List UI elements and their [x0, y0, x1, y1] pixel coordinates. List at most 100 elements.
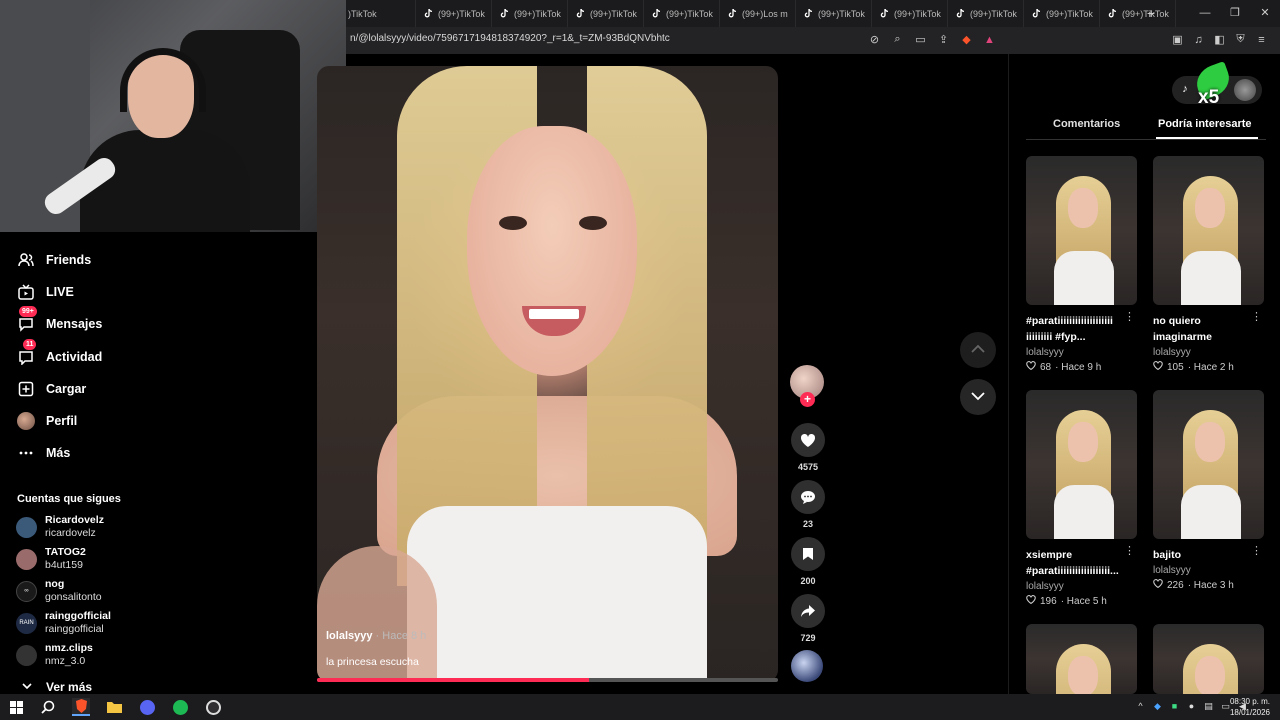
more-options-icon[interactable]: ⋮ [1251, 310, 1262, 323]
bluetooth-icon[interactable]: ◆ [1152, 701, 1163, 712]
nav-profile[interactable]: Perfil [17, 411, 77, 431]
card-author[interactable]: lolalsyyy [1153, 565, 1264, 576]
reader-icon[interactable]: ▣ [1169, 31, 1186, 48]
save-button[interactable]: 200 [790, 537, 826, 586]
translate-off-icon[interactable]: ⊘ [866, 31, 883, 48]
follow-plus-icon[interactable]: + [800, 392, 815, 407]
more-options-icon[interactable]: ⋮ [1251, 544, 1262, 557]
video-thumbnail[interactable] [1153, 624, 1264, 694]
recommended-video-card[interactable]: #paratiiiiiiiiiiiiiiiiiii iiiiiiiii #fyp… [1026, 156, 1137, 373]
following-account[interactable]: ∞ nog gonsalitonto [16, 578, 102, 604]
browser-tab[interactable]: (99+)Los m [720, 0, 796, 27]
browser-tab[interactable]: (99+)TikTok [568, 0, 644, 27]
cast-icon[interactable]: ▭ [912, 31, 929, 48]
following-account[interactable]: TATOG2 b4ut159 [16, 546, 86, 572]
share-count: 729 [800, 633, 816, 643]
avatar[interactable] [1234, 79, 1256, 101]
card-title: no quiero imaginarme [1153, 315, 1212, 343]
left-navigation: Friends LIVE 99+ Mensajes 11 Actividad C… [0, 232, 300, 694]
see-more-button[interactable]: Ver más [22, 680, 92, 694]
obs-icon[interactable] [204, 698, 222, 716]
card-title: xsiempre #paratiiiiiiiiiiiiiiiiii... [1026, 549, 1119, 577]
browser-tab[interactable]: (99+)TikTok [872, 0, 948, 27]
app-tray-icon[interactable]: ▤ [1203, 701, 1214, 712]
share-icon[interactable]: ⇪ [935, 31, 952, 48]
video-thumbnail[interactable] [1026, 156, 1137, 305]
browser-tab[interactable]: (99+)TikTok [948, 0, 1024, 27]
recommended-video-card[interactable]: xsiempre #paratiiiiiiiiiiiiiiiiii... ⋮ l… [1026, 390, 1137, 607]
browser-toolbar-right: ▣ ♫ ◧ ⛨ ≡ [1169, 31, 1270, 48]
nav-friends[interactable]: Friends [17, 250, 91, 270]
panel-tabs: Comentarios Podría interesarte [1026, 116, 1266, 140]
video-player[interactable] [317, 66, 778, 682]
minimize-icon[interactable]: — [1190, 0, 1220, 27]
browser-tab[interactable]: (99+)TikTok [1024, 0, 1100, 27]
following-account[interactable]: nmz.clips nmz_3.0 [16, 642, 93, 668]
url-field[interactable]: n/@lolalsyyy/video/7596717194818374920?_… [350, 33, 670, 44]
previous-video-button[interactable] [960, 332, 996, 368]
file-explorer-icon[interactable] [105, 698, 123, 716]
card-meta: 68 · Hace 9 h [1026, 361, 1137, 373]
recommended-video-card[interactable]: bajito ⋮ lolalsyyy 226 · Hace 3 h [1153, 390, 1264, 591]
nav-live[interactable]: LIVE [17, 282, 74, 302]
card-author[interactable]: lolalsyyy [1026, 581, 1137, 592]
next-video-button[interactable] [960, 379, 996, 415]
like-button[interactable]: 4575 [790, 423, 826, 472]
nav-activity[interactable]: 11 Actividad [17, 339, 102, 367]
browser-tab[interactable]: (99+)TikTok [492, 0, 568, 27]
music-disc-icon[interactable] [791, 650, 823, 682]
zoom-icon[interactable]: ⌕ [889, 31, 906, 48]
music-icon[interactable]: ♫ [1190, 31, 1207, 48]
windows-start-icon[interactable] [7, 698, 25, 716]
video-thumbnail[interactable] [1153, 156, 1264, 305]
browser-tab[interactable]: )TikTok [340, 0, 416, 27]
app-tray-icon[interactable]: ■ [1169, 701, 1180, 712]
recommended-video-card[interactable] [1153, 624, 1264, 694]
plus-icon[interactable]: + [1141, 5, 1161, 21]
video-author[interactable]: lolalsyyy [326, 630, 372, 642]
microphone-icon[interactable]: ● [1186, 701, 1197, 712]
share-button[interactable]: 729 [790, 594, 826, 643]
more-options-icon[interactable]: ⋮ [1124, 310, 1135, 323]
following-account[interactable]: RAIN rainggofficial rainggofficial [16, 610, 111, 636]
close-icon[interactable]: ✕ [1250, 0, 1280, 27]
spotify-icon[interactable] [171, 698, 189, 716]
vpn-icon[interactable]: ⛨ [1232, 31, 1249, 48]
tab-recommended[interactable]: Podría interesarte [1158, 118, 1252, 130]
tab-comments[interactable]: Comentarios [1053, 118, 1120, 130]
following-account[interactable]: Ricardovelz ricardovelz [16, 514, 104, 540]
video-progress-bar[interactable] [317, 678, 778, 682]
card-author[interactable]: lolalsyyy [1153, 347, 1264, 358]
tiktok-icon [728, 8, 737, 18]
save-count: 200 [800, 576, 816, 586]
video-thumbnail[interactable] [1026, 624, 1137, 694]
nav-upload[interactable]: Cargar [17, 379, 86, 399]
browser-tab[interactable]: (99+)TikTok [416, 0, 492, 27]
discord-icon[interactable] [138, 698, 156, 716]
system-clock[interactable]: 08:30 p. m. 18/01/2026 [1230, 696, 1270, 718]
active-tab-indicator [1156, 137, 1258, 139]
nav-more[interactable]: Más [17, 443, 70, 463]
browser-tab[interactable]: (99+)TikTok [796, 0, 872, 27]
more-options-icon[interactable]: ⋮ [1124, 544, 1135, 557]
comment-button[interactable]: 23 [790, 480, 826, 529]
video-thumbnail[interactable] [1153, 390, 1264, 539]
brave-shield-icon[interactable]: ◆ [958, 31, 975, 48]
sidebar-icon[interactable]: ◧ [1211, 31, 1228, 48]
chevron-up-icon[interactable]: ^ [1135, 701, 1146, 712]
brave-browser-icon[interactable] [72, 698, 90, 716]
video-thumbnail[interactable] [1026, 390, 1137, 539]
windows-taskbar: ^ ◆ ■ ● ▤ ▭ ◀ 08:30 p. m. 18/01/2026 [0, 694, 1280, 720]
card-author[interactable]: lolalsyyy [1026, 347, 1137, 358]
restore-icon[interactable]: ❐ [1220, 0, 1250, 27]
menu-icon[interactable]: ≡ [1253, 31, 1270, 48]
avatar [16, 548, 37, 570]
recommended-video-card[interactable] [1026, 624, 1137, 694]
video-caption: lolalsyyy · Hace 8 h [326, 630, 426, 642]
browser-tab[interactable]: (99+)TikTok [644, 0, 720, 27]
recommended-video-card[interactable]: no quiero imaginarme ⋮ lolalsyyy 105 · H… [1153, 156, 1264, 373]
rewards-icon[interactable]: ▲ [981, 31, 998, 48]
nav-messages[interactable]: 99+ Mensajes [17, 306, 102, 334]
browser-tab[interactable]: (99+)TikTok [1100, 0, 1176, 27]
search-icon[interactable] [39, 698, 57, 716]
